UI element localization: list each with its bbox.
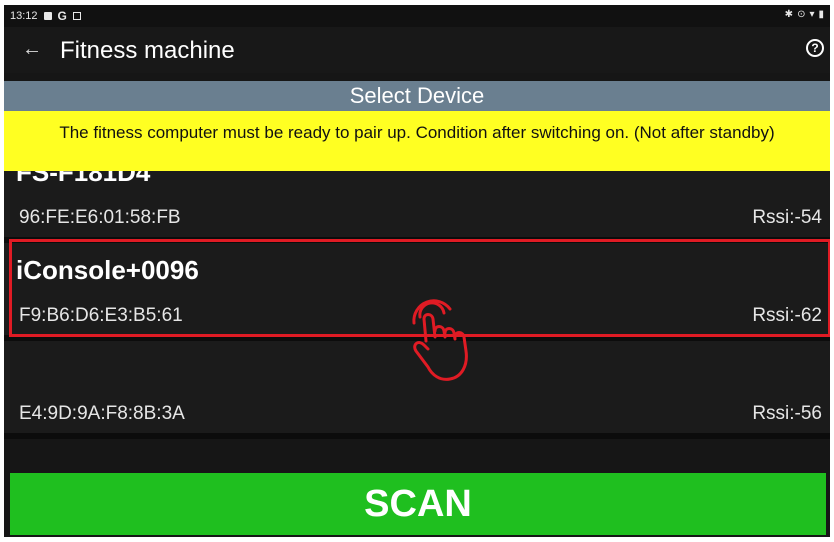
back-arrow-icon[interactable]: ← <box>22 38 42 61</box>
battery-icon: ▮ <box>818 9 824 20</box>
app-screen: 13:12 G ✱ ⊙ ▾ ▮ ← Fitness machine ? Sele… <box>4 5 830 537</box>
status-right: ✱ ⊙ ▾ ▮ <box>785 9 824 20</box>
status-time: 13:12 <box>10 10 38 22</box>
device-address: E4:9D:9A:F8:8B:3A <box>19 403 185 424</box>
notification-icon <box>43 12 52 20</box>
status-bar: 13:12 G ✱ ⊙ ▾ ▮ <box>4 5 830 27</box>
circle-icon: ⊙ <box>797 9 806 20</box>
app-bar: ← Fitness machine ? <box>4 27 830 73</box>
calendar-icon <box>72 12 81 20</box>
row-divider <box>4 433 830 439</box>
tap-hand-icon <box>412 299 468 381</box>
device-rssi: Rssi:-56 <box>752 403 822 424</box>
device-rssi: Rssi:-54 <box>752 207 822 228</box>
bluetooth-icon: ✱ <box>784 9 794 20</box>
wifi-icon: ▾ <box>809 9 815 20</box>
google-icon: G <box>57 9 67 23</box>
status-left: 13:12 G <box>10 9 81 23</box>
select-device-header: Select Device <box>4 81 830 111</box>
device-address: 96:FE:E6:01:58:FB <box>19 207 181 228</box>
scan-button[interactable]: SCAN <box>10 473 826 535</box>
page-title: Fitness machine <box>60 37 235 64</box>
help-icon[interactable]: ? <box>806 39 824 57</box>
pairing-warning-banner: The fitness computer must be ready to pa… <box>4 111 830 171</box>
